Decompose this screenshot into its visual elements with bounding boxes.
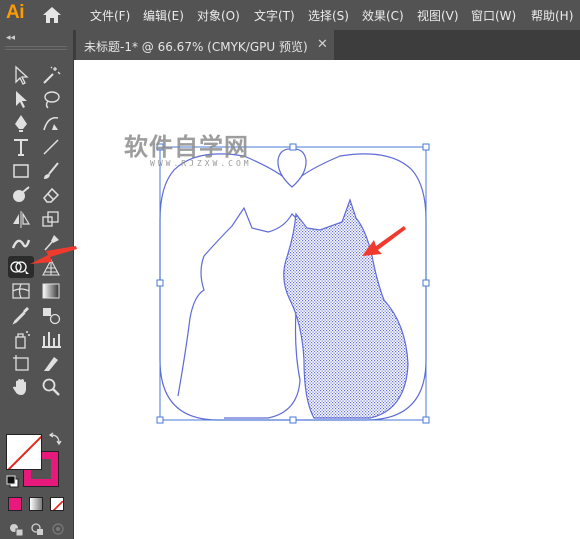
watermark-text: 软件自学网 [124, 133, 249, 161]
draw-behind-icon[interactable] [29, 521, 45, 537]
artboard-tool-icon[interactable] [10, 352, 32, 374]
document-tab-bar: 未标题-1* @ 66.67% (CMYK/GPU 预览) ✕ [74, 30, 580, 60]
tools-panel: ◂◂ [0, 30, 74, 539]
none-mode-button[interactable] [50, 497, 64, 511]
curvature-tool-icon[interactable] [40, 112, 62, 134]
menu-bar: Ai 文件(F) 编辑(E) 对象(O) 文字(T) 选择(S) 效果(C) 视… [0, 0, 580, 30]
draw-normal-icon[interactable] [8, 521, 24, 537]
menu-type[interactable]: 文字(T) [254, 7, 295, 24]
collapse-panel-icon[interactable]: ◂◂ [6, 33, 15, 43]
artboard-canvas[interactable]: 软件自学网 WWW.RJZXW.COM [74, 60, 580, 539]
magic-wand-icon[interactable] [40, 64, 62, 86]
scale-tool-icon[interactable] [40, 208, 62, 230]
eyedropper-icon[interactable] [10, 304, 32, 326]
color-mode-button[interactable] [8, 497, 22, 511]
swap-fill-stroke-icon[interactable] [48, 432, 62, 446]
direct-selection-tool-icon[interactable] [10, 88, 32, 110]
default-fill-stroke-icon[interactable] [6, 475, 20, 489]
gradient-mode-button[interactable] [29, 497, 43, 511]
app-logo: Ai [6, 2, 25, 23]
selection-handle-ml [156, 279, 164, 287]
menu-select[interactable]: 选择(S) [308, 7, 349, 24]
line-tool-icon[interactable] [40, 136, 62, 158]
pointer-arrow-toolbar [30, 246, 77, 264]
selection-handle-mr [422, 279, 430, 287]
slice-tool-icon[interactable] [40, 352, 62, 374]
watermark: 软件自学网 WWW.RJZXW.COM [124, 127, 252, 168]
panel-grip[interactable] [5, 46, 67, 50]
zoom-tool-icon[interactable] [40, 376, 62, 398]
lasso-icon[interactable] [40, 88, 62, 110]
blend-tool-icon[interactable] [40, 304, 62, 326]
selection-handle-bm [289, 416, 297, 424]
pointer-arrow-canvas [362, 226, 406, 256]
hand-tool-icon[interactable] [10, 376, 32, 398]
selection-handle-tr [422, 143, 430, 151]
menu-view[interactable]: 视图(V) [417, 7, 459, 24]
mesh-tool-icon[interactable] [10, 280, 32, 302]
heart-shape [277, 148, 307, 188]
type-tool-icon[interactable] [10, 136, 32, 158]
left-cat-shape [177, 206, 304, 419]
menu-effect[interactable]: 效果(C) [362, 7, 404, 24]
menu-file[interactable]: 文件(F) [90, 7, 130, 24]
symbol-sprayer-icon[interactable] [10, 328, 32, 350]
rectangle-tool-icon[interactable] [10, 160, 32, 182]
pen-tool-icon[interactable] [10, 112, 32, 134]
close-tab-icon[interactable]: ✕ [317, 37, 328, 52]
home-icon[interactable] [42, 6, 62, 24]
selection-handle-br [422, 416, 430, 424]
menu-object[interactable]: 对象(O) [197, 7, 240, 24]
fill-swatch[interactable] [6, 434, 42, 470]
selection-tool-icon[interactable] [10, 64, 32, 86]
gradient-tool-icon[interactable] [40, 280, 62, 302]
reflect-tool-icon[interactable] [10, 208, 32, 230]
menu-window[interactable]: 窗口(W) [471, 7, 516, 24]
menu-help[interactable]: 帮助(H) [531, 7, 573, 24]
paintbrush-icon[interactable] [40, 160, 62, 182]
selection-handle-tm [289, 143, 297, 151]
column-graph-icon[interactable] [40, 328, 62, 350]
eraser-icon[interactable] [40, 184, 62, 206]
menu-edit[interactable]: 编辑(E) [143, 7, 184, 24]
blob-brush-icon[interactable] [10, 184, 32, 206]
document-tab[interactable]: 未标题-1* @ 66.67% (CMYK/GPU 预览) ✕ [76, 30, 334, 60]
selection-handle-bl [156, 416, 164, 424]
draw-inside-icon[interactable] [50, 521, 66, 537]
right-cat-shape [283, 198, 409, 419]
document-tab-title: 未标题-1* @ 66.67% (CMYK/GPU 预览) [84, 40, 308, 54]
